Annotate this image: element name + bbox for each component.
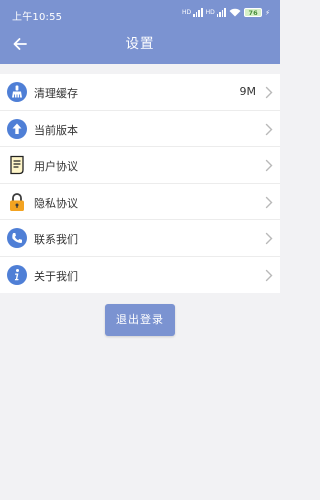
- app-header: 上午10:55 HD HD 76 ⚡ 设置: [0, 0, 280, 64]
- hd-badge: HD: [182, 8, 192, 16]
- chevron-right-icon: [265, 123, 273, 135]
- signal-icon: [193, 8, 203, 17]
- settings-item-label: 隐私协议: [34, 196, 78, 210]
- logout-button[interactable]: 退出登录: [105, 304, 175, 336]
- chevron-right-icon: [265, 159, 273, 172]
- battery-icon: 76: [244, 8, 263, 17]
- settings-item-clear-cache[interactable]: 清理缓存 9M: [0, 74, 280, 111]
- page-title: 设置: [125, 36, 155, 52]
- lock-icon: [10, 192, 24, 211]
- chevron-right-icon: [265, 269, 273, 281]
- document-icon: [10, 155, 24, 175]
- wifi-icon: [229, 8, 241, 17]
- settings-item-about[interactable]: 关于我们: [0, 257, 280, 294]
- settings-item-privacy[interactable]: 隐私协议: [0, 184, 280, 220]
- chevron-right-icon: [265, 196, 273, 208]
- status-bar: 上午10:55 HD HD 76 ⚡: [0, 0, 280, 26]
- charging-icon: ⚡: [265, 8, 270, 17]
- settings-item-label: 用户协议: [34, 160, 78, 173]
- status-time: 上午10:55: [12, 12, 63, 23]
- settings-item-version[interactable]: 当前版本: [0, 111, 280, 147]
- hd-badge-2: HD: [205, 8, 215, 16]
- settings-item-label: 清理缓存: [34, 87, 78, 100]
- info-icon: [7, 264, 27, 285]
- settings-item-label: 联系我们: [34, 233, 78, 246]
- settings-item-label: 关于我们: [34, 269, 78, 283]
- upload-arrow-icon: [7, 118, 27, 139]
- settings-item-user-agreement[interactable]: 用户协议: [0, 147, 280, 184]
- chevron-right-icon: [265, 232, 273, 245]
- chevron-right-icon: [265, 86, 273, 99]
- settings-item-contact[interactable]: 联系我们: [0, 220, 280, 257]
- cache-size-value: 9M: [239, 85, 257, 98]
- settings-list: 清理缓存 9M 当前版本 用户协议 隐私协议 联系我们 关于我们: [0, 74, 280, 293]
- status-icons: HD HD 76 ⚡: [182, 8, 270, 17]
- settings-item-label: 当前版本: [34, 123, 78, 137]
- signal-icon-2: [216, 8, 227, 17]
- nav-bar: 设置: [0, 26, 280, 62]
- broom-icon: [7, 82, 27, 102]
- phone-icon: [7, 228, 27, 248]
